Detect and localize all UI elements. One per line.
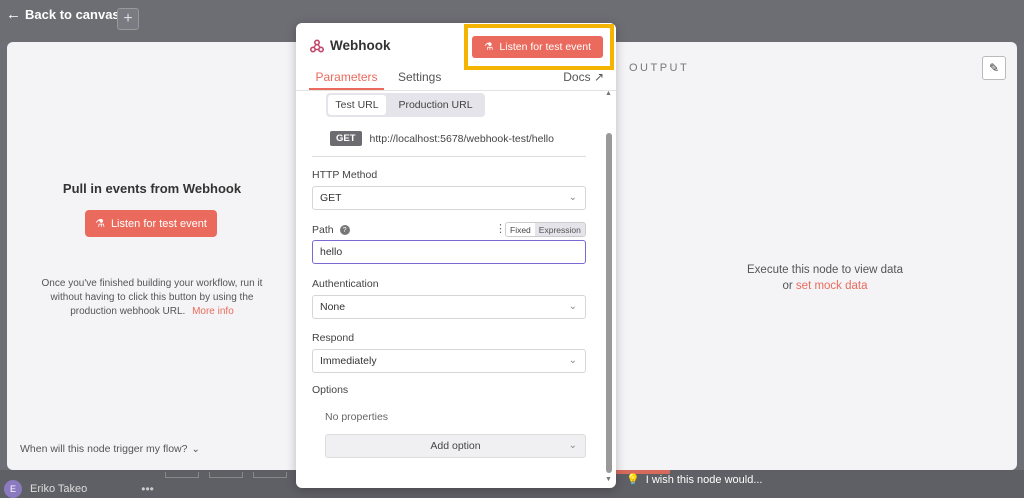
- path-value: hello: [320, 246, 343, 258]
- output-empty-state: Execute this node to view data or set mo…: [615, 262, 1024, 294]
- pencil-icon: ✎: [988, 61, 1000, 75]
- respond-value: Immediately: [320, 355, 377, 367]
- chevron-down-icon: ⌄: [568, 192, 577, 203]
- method-badge: GET: [330, 131, 362, 146]
- docs-link[interactable]: Docs ↗: [563, 70, 604, 84]
- scroll-up-icon[interactable]: ▲: [605, 90, 612, 97]
- listen-label: Listen for test event: [110, 217, 207, 230]
- more-icon[interactable]: •••: [141, 482, 154, 496]
- canvas-control: [165, 472, 199, 478]
- fixed-expression-toggle: Fixed Expression: [505, 222, 586, 237]
- lightbulb-icon: 💡: [626, 474, 640, 486]
- webhook-icon: [310, 39, 324, 53]
- flask-icon: ⚗: [95, 218, 105, 230]
- or-text: or: [782, 280, 793, 292]
- http-method-select[interactable]: GET ⌄: [312, 186, 586, 210]
- chevron-down-icon: ⌄: [191, 443, 200, 455]
- authentication-select[interactable]: None ⌄: [312, 295, 586, 319]
- authentication-label: Authentication: [312, 278, 379, 290]
- back-to-canvas-link[interactable]: ← Back to canvas: [6, 6, 120, 23]
- path-label-text: Path: [312, 224, 334, 236]
- authentication-value: None: [320, 301, 346, 313]
- path-label: Path ?: [312, 224, 350, 236]
- input-panel: Pull in events from Webhook ⚗ Listen for…: [7, 42, 297, 470]
- add-node-button[interactable]: +: [117, 8, 139, 30]
- edit-output-button[interactable]: ✎: [982, 56, 1006, 80]
- add-option-select[interactable]: Add option ⌄: [325, 434, 586, 458]
- canvas-control: [209, 472, 243, 478]
- external-link-icon: ↗: [593, 70, 604, 84]
- output-empty-message: Execute this node to view data: [747, 264, 903, 276]
- user-menu[interactable]: E Eriko Takeo •••: [4, 480, 154, 498]
- listen-for-test-event-button[interactable]: ⚗ Listen for test event: [85, 210, 217, 237]
- node-tabs: Parameters Settings Docs ↗: [296, 69, 616, 91]
- set-mock-data-link[interactable]: set mock data: [796, 280, 868, 292]
- help-icon[interactable]: ?: [339, 225, 350, 236]
- scrollbar-thumb[interactable]: [606, 133, 612, 473]
- feedback-label: I wish this node would...: [645, 473, 763, 486]
- divider: [312, 156, 586, 157]
- add-option-label: Add option: [430, 440, 481, 452]
- chevron-down-icon: ⌄: [568, 301, 577, 312]
- http-method-value: GET: [320, 192, 342, 204]
- highlight-outline: [464, 24, 614, 70]
- node-header: Webhook ⚗ Listen for test event: [296, 23, 616, 70]
- options-label: Options: [312, 384, 349, 396]
- output-panel-label: OUTPUT: [629, 62, 690, 74]
- fixed-option[interactable]: Fixed: [506, 223, 535, 236]
- avatar: E: [4, 480, 22, 498]
- tab-settings[interactable]: Settings: [398, 70, 441, 90]
- respond-select[interactable]: Immediately ⌄: [312, 349, 586, 373]
- feedback-link[interactable]: 💡 I wish this node would...: [626, 473, 763, 487]
- expression-option[interactable]: Expression: [534, 223, 585, 236]
- url-type-toggle: Test URL Production URL: [326, 93, 485, 117]
- production-url-option[interactable]: Production URL: [388, 95, 483, 115]
- node-title: Webhook: [330, 38, 391, 53]
- input-panel-description: Once you've finished building your workf…: [29, 277, 275, 319]
- path-input[interactable]: hello: [312, 240, 586, 264]
- http-method-label: HTTP Method: [312, 169, 378, 181]
- canvas-control: [253, 472, 287, 478]
- trigger-question-label: When will this node trigger my flow?: [20, 443, 188, 455]
- chevron-down-icon: ⌄: [568, 355, 577, 366]
- tab-parameters[interactable]: Parameters: [309, 70, 384, 90]
- scrollbar[interactable]: ▲ ▼: [605, 90, 613, 485]
- respond-label: Respond: [312, 332, 355, 344]
- chevron-down-icon: ⌄: [568, 440, 577, 451]
- trigger-question-toggle[interactable]: When will this node trigger my flow? ⌄: [20, 443, 200, 455]
- webhook-url[interactable]: http://localhost:5678/webhook-test/hello: [370, 133, 554, 145]
- webhook-node-panel: Webhook ⚗ Listen for test event Paramete…: [296, 23, 616, 488]
- docs-label: Docs: [563, 70, 591, 84]
- back-to-canvas-label: Back to canvas: [25, 7, 120, 22]
- webhook-url-row[interactable]: GET http://localhost:5678/webhook-test/h…: [330, 131, 554, 146]
- output-panel: OUTPUT ✎ Execute this node to view data …: [615, 42, 1017, 470]
- scroll-down-icon[interactable]: ▼: [605, 476, 612, 483]
- arrow-left-icon: ←: [6, 6, 21, 23]
- user-name: Eriko Takeo: [30, 483, 88, 495]
- no-properties-text: No properties: [325, 411, 389, 423]
- more-info-link[interactable]: More info: [192, 306, 234, 317]
- test-url-option[interactable]: Test URL: [328, 95, 386, 115]
- input-panel-title: Pull in events from Webhook: [62, 181, 242, 196]
